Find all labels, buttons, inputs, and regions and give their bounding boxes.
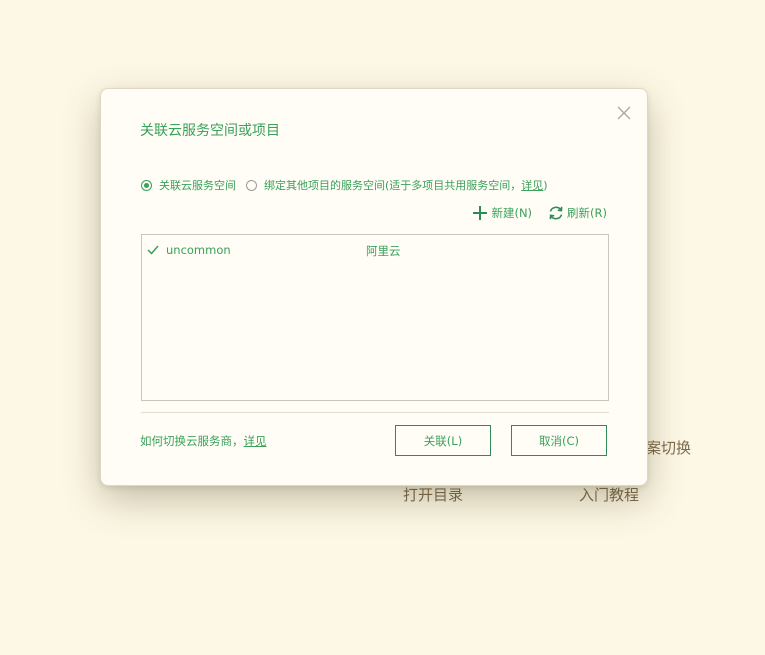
- plus-icon: [473, 206, 488, 220]
- radio-unchecked-icon[interactable]: [246, 179, 257, 191]
- see-details-link[interactable]: 详见: [521, 177, 543, 193]
- cloud-space-list[interactable]: uncommon 阿里云: [141, 234, 609, 401]
- check-icon: [147, 244, 159, 258]
- switch-provider-help: 如何切换云服务商，详见: [140, 433, 267, 449]
- dialog-title: 关联云服务空间或项目: [140, 123, 280, 139]
- refresh-button[interactable]: 刷新(R): [548, 205, 607, 221]
- bg-link-getting-started[interactable]: 入门教程: [579, 484, 639, 505]
- radio-note-prefix: (适于多项目共用服务空间，: [385, 179, 522, 192]
- bg-link-open-directory[interactable]: 打开目录: [403, 484, 463, 505]
- refresh-icon: [549, 206, 563, 220]
- radio-bind-other-project-space-label: 绑定其他项目的服务空间: [264, 179, 385, 192]
- radio-link-cloud-space-label: 关联云服务空间: [159, 179, 236, 192]
- link-mode-options: 关联云服务空间 绑定其他项目的服务空间 (适于多项目共用服务空间， 详见 ): [141, 177, 548, 193]
- radio-checked-icon[interactable]: [141, 179, 152, 191]
- radio-link-cloud-space[interactable]: 关联云服务空间: [141, 177, 236, 193]
- switch-provider-details-link[interactable]: 详见: [244, 434, 267, 448]
- refresh-label: 刷新(R): [567, 206, 607, 220]
- space-provider: 阿里云: [366, 244, 401, 258]
- cancel-button[interactable]: 取消(C): [511, 425, 607, 456]
- bg-link-switch-solution[interactable]: 案切换: [646, 437, 691, 458]
- list-item[interactable]: uncommon 阿里云: [142, 241, 608, 259]
- radio-bind-other-project-space[interactable]: 绑定其他项目的服务空间 (适于多项目共用服务空间， 详见 ): [246, 177, 548, 193]
- space-name: uncommon: [166, 243, 231, 257]
- close-icon[interactable]: [616, 105, 632, 121]
- switch-provider-help-text: 如何切换云服务商，: [140, 434, 244, 448]
- new-space-label: 新建(N): [491, 206, 533, 220]
- footer-divider: [141, 412, 609, 413]
- link-cloud-space-dialog: 关联云服务空间或项目 关联云服务空间 绑定其他项目的服务空间 (适于多项目共用服…: [100, 88, 648, 486]
- app-stage: 案切换 打开目录 入门教程 关联云服务空间或项目 关联云服务空间 绑定其他项目的…: [0, 0, 765, 655]
- radio-note-suffix: ): [543, 178, 548, 192]
- space-toolbar: 新建(N) 刷新(R): [472, 205, 607, 221]
- link-button[interactable]: 关联(L): [395, 425, 491, 456]
- new-space-button[interactable]: 新建(N): [472, 205, 532, 221]
